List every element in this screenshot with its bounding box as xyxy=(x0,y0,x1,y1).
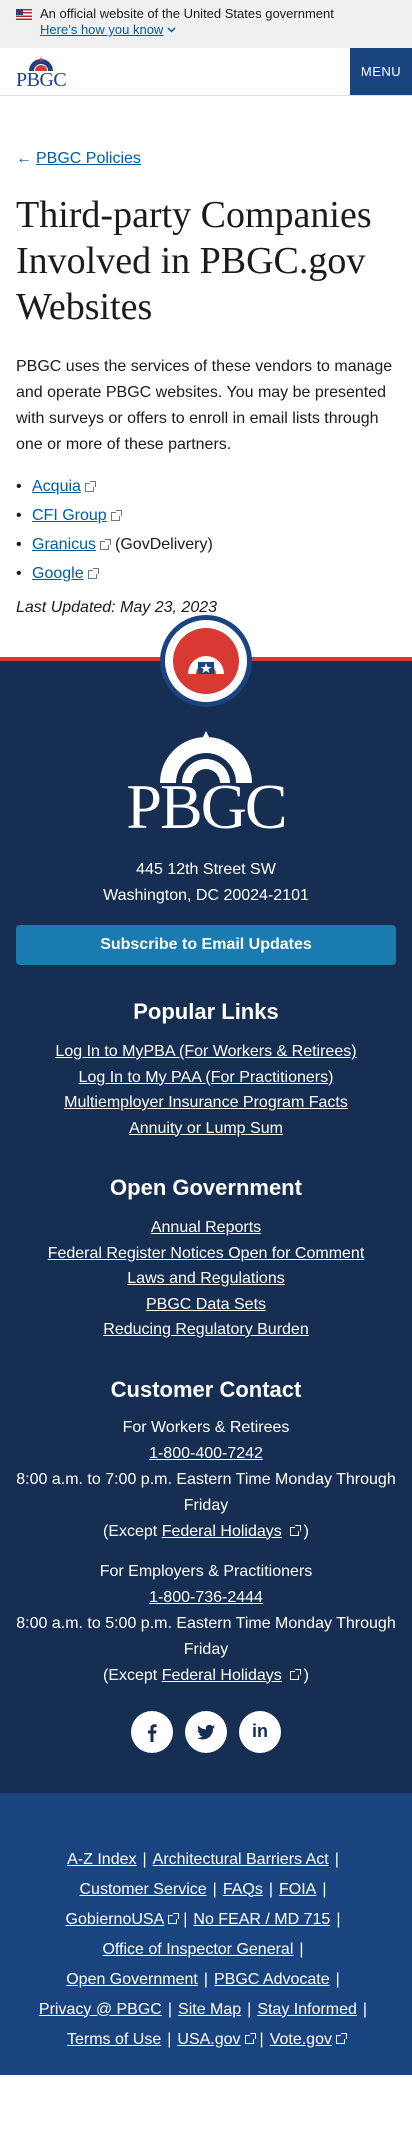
popular-link-multiemployer[interactable]: Multiemployer Insurance Program Facts xyxy=(16,1090,396,1116)
page-title: Third-party Companies Involved in PBGC.g… xyxy=(16,194,372,328)
menu-button[interactable]: MENU xyxy=(350,48,412,95)
footer-link-usa-gov[interactable]: USA.gov xyxy=(177,2031,240,2048)
popular-link-mypba[interactable]: Log In to MyPBA (For Workers & Retirees) xyxy=(16,1039,396,1065)
footer-link-open-government[interactable]: Open Government xyxy=(66,1971,198,1988)
footer-link-customer-service[interactable]: Customer Service xyxy=(80,1881,207,1898)
subscribe-button[interactable]: Subscribe to Email Updates xyxy=(16,925,396,965)
footer-divider xyxy=(0,615,412,707)
external-link-icon xyxy=(87,567,99,579)
federal-holidays-link[interactable]: Federal Holidays xyxy=(162,1667,282,1684)
footer-link-gobiernousa[interactable]: GobiernoUSA xyxy=(66,1911,165,1928)
list-item: Google xyxy=(16,563,396,585)
external-link-icon xyxy=(84,480,96,492)
footer-link-privacy[interactable]: Privacy @ PBGC xyxy=(39,2001,162,2018)
list-item: CFI Group xyxy=(16,505,396,527)
vendor-link-acquia[interactable]: Acquia xyxy=(32,476,81,498)
back-link-pbgc-policies[interactable]: PBGC Policies xyxy=(36,150,141,168)
open-gov-link-federal-register[interactable]: Federal Register Notices Open for Commen… xyxy=(16,1241,396,1267)
customer-contact-heading: Customer Contact xyxy=(110,1376,302,1402)
external-link-icon xyxy=(290,1668,302,1680)
footer-bottom-links: A-Z Index | Architectural Barriers Act | Cu… xyxy=(0,1792,412,2075)
vendor-suffix: (GovDelivery) xyxy=(115,536,213,553)
external-link-icon xyxy=(244,2032,256,2044)
open-gov-link-regulatory-burden[interactable]: Reducing Regulatory Burden xyxy=(16,1317,396,1343)
employers-phone-link[interactable]: 1-800-736-2444 xyxy=(149,1589,263,1606)
footer-link-vote-gov[interactable]: Vote.gov xyxy=(270,2031,332,2048)
heres-how-you-know-link[interactable]: Here’s how you know xyxy=(40,22,176,38)
external-link-icon xyxy=(335,2032,347,2044)
footer-link-site-map[interactable]: Site Map xyxy=(178,2001,241,2018)
breadcrumb: ← PBGC Policies xyxy=(16,150,396,168)
footer-link-terms[interactable]: Terms of Use xyxy=(67,2031,161,2048)
popular-link-annuity[interactable]: Annuity or Lump Sum xyxy=(16,1116,396,1142)
logo-text: PBGC xyxy=(16,68,67,91)
pbgc-seal-icon xyxy=(160,615,252,707)
open-gov-link-data-sets[interactable]: PBGC Data Sets xyxy=(16,1292,396,1318)
pbgc-logo-link[interactable]: PBGC xyxy=(0,48,67,95)
vendor-link-google[interactable]: Google xyxy=(32,563,84,585)
vendor-link-granicus[interactable]: Granicus xyxy=(32,534,96,556)
footer-link-pbgc-advocate[interactable]: PBGC Advocate xyxy=(214,1971,330,1988)
address: 445 12th Street SW Washington, DC 20024-… xyxy=(103,861,309,904)
main-content: ← PBGC Policies Third-party Companies In… xyxy=(0,150,412,617)
footer-logo: PBGC xyxy=(16,729,396,842)
list-item: Granicus (GovDelivery) xyxy=(16,534,396,556)
external-link-icon xyxy=(110,509,122,521)
twitter-icon[interactable] xyxy=(185,1710,227,1753)
open-gov-link-annual-reports[interactable]: Annual Reports xyxy=(16,1215,396,1241)
intro-paragraph: PBGC uses the services of these vendors … xyxy=(16,358,393,453)
external-link-icon xyxy=(290,1524,302,1536)
footer-link-stay-informed[interactable]: Stay Informed xyxy=(257,2001,357,2018)
footer-link-barriers-act[interactable]: Architectural Barriers Act xyxy=(153,1851,329,1868)
open-gov-link-laws[interactable]: Laws and Regulations xyxy=(16,1266,396,1292)
popular-links-heading: Popular Links xyxy=(133,999,279,1024)
social-links: in xyxy=(16,1710,396,1753)
us-flag-icon xyxy=(16,8,32,20)
open-government-heading: Open Government xyxy=(110,1175,302,1200)
site-header: PBGC MENU xyxy=(0,48,412,96)
footer-main: PBGC 445 12th Street SW Washington, DC 2… xyxy=(0,661,412,1793)
footer-logo-text: PBGC xyxy=(126,771,287,842)
footer-link-no-fear[interactable]: No FEAR / MD 715 xyxy=(193,1911,330,1928)
linkedin-icon[interactable]: in xyxy=(239,1710,281,1753)
facebook-icon[interactable] xyxy=(131,1710,173,1753)
popular-link-mypaa[interactable]: Log In to My PAA (For Practitioners) xyxy=(16,1065,396,1091)
external-link-icon xyxy=(100,538,112,550)
vendor-link-cfi-group[interactable]: CFI Group xyxy=(32,505,107,527)
external-link-icon xyxy=(168,1912,180,1924)
list-item: Acquia xyxy=(16,476,396,498)
gov-banner-text: An official website of the United States… xyxy=(40,6,334,21)
federal-holidays-link[interactable]: Federal Holidays xyxy=(162,1523,282,1540)
popular-links: Log In to MyPBA (For Workers & Retirees)… xyxy=(16,1039,396,1141)
footer-link-foia[interactable]: FOIA xyxy=(279,1881,316,1898)
arrow-left-icon: ← xyxy=(16,150,32,167)
chevron-down-icon xyxy=(167,27,176,33)
vendor-list: Acquia CFI Group Granicus (GovDelivery) … xyxy=(16,476,396,585)
gov-banner: An official website of the United States… xyxy=(0,0,412,48)
workers-phone-link[interactable]: 1-800-400-7242 xyxy=(149,1445,263,1462)
open-government-links: Annual Reports Federal Register Notices … xyxy=(16,1215,396,1343)
footer-link-oig[interactable]: Office of Inspector General xyxy=(102,1941,293,1958)
contact-workers: For Workers & Retirees 1-800-400-7242 8:… xyxy=(16,1418,396,1540)
contact-employers: For Employers & Practitioners 1-800-736-… xyxy=(16,1562,396,1684)
footer-link-faqs[interactable]: FAQs xyxy=(223,1881,263,1898)
footer-link-az-index[interactable]: A-Z Index xyxy=(67,1851,136,1868)
